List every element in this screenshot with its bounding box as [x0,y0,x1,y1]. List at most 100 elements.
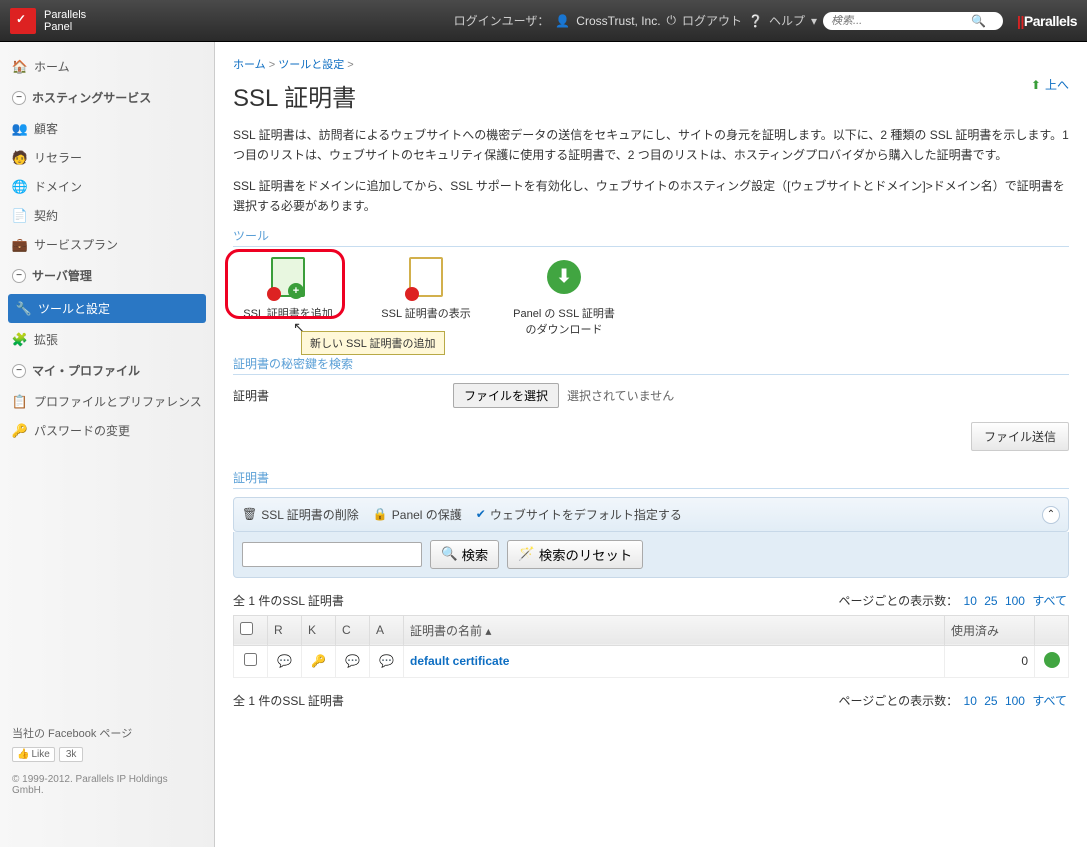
facebook-label: 当社の Facebook ページ [12,725,202,741]
sidebar-customers[interactable]: 👥顧客 [0,114,214,143]
file-send-button[interactable]: ファイル送信 [971,422,1069,451]
submit-row: ファイル送信 [233,422,1069,451]
table-header-row: R K C A 証明書の名前 ▴ 使用済み [234,615,1069,645]
tool-view-cert[interactable]: SSL 証明書の表示 [371,255,481,337]
per-page-100[interactable]: 100 [1005,594,1025,608]
reset-search-button[interactable]: 🪄検索のリセット [507,540,643,569]
row-checkbox[interactable] [244,653,257,666]
logout-link[interactable]: ログアウト [682,12,742,29]
up-link[interactable]: ⬆上へ [1031,76,1069,93]
row-name[interactable]: default certificate [404,645,945,677]
delete-cert-link[interactable]: 🗑SSL 証明書の削除 [242,506,359,523]
domains-icon: 🌐 [12,179,28,195]
user-name[interactable]: CrossTrust, Inc. [576,14,660,28]
tool-download-cert[interactable]: ⬇ Panel の SSL 証明書のダウンロード [509,255,619,337]
page-title: SSL 証明書 [233,78,1069,113]
search-button[interactable]: 🔍検索 [430,540,499,569]
col-name[interactable]: 証明書の名前 ▴ [404,615,945,645]
cert-a-icon: 💬 [379,654,394,668]
right-brand: ||Parallels [1017,13,1077,29]
row-checkbox-cell[interactable] [234,645,268,677]
col-used[interactable]: 使用済み [945,615,1035,645]
sidebar-footer: 当社の Facebook ページ 👍Like 3k © 1999-2012. P… [0,725,214,796]
sidebar-home[interactable]: 🏠ホーム [0,52,214,81]
search-icon[interactable]: 🔍 [971,14,986,28]
col-a[interactable]: A [370,615,404,645]
per-page-100-b[interactable]: 100 [1005,694,1025,708]
tool-download-label: Panel の SSL 証明書のダウンロード [509,305,619,337]
sidebar-resellers[interactable]: 🧑リセラー [0,143,214,172]
add-cert-icon: + [266,255,310,299]
cert-name-link[interactable]: default certificate [410,654,509,668]
collapse-icon[interactable]: − [12,91,26,105]
row-c: 💬 [336,645,370,677]
col-checkbox[interactable] [234,615,268,645]
collapse-icon[interactable]: − [12,269,26,283]
sidebar-extensions[interactable]: 🧩拡張 [0,325,214,354]
logo-text: Parallels Panel [44,9,86,33]
sidebar-subscriptions[interactable]: 📄契約 [0,201,214,230]
subscriptions-icon: 📄 [12,208,28,224]
cert-file-label: 証明書 [233,387,453,404]
up-icon: ⬆ [1031,78,1041,92]
per-page-10[interactable]: 10 [964,594,977,608]
collapse-icon[interactable]: − [12,364,26,378]
sidebar-hosting-section[interactable]: −ホスティングサービス [0,81,214,114]
per-page-25[interactable]: 25 [984,594,997,608]
per-page-10-b[interactable]: 10 [964,694,977,708]
container: 🏠ホーム −ホスティングサービス 👥顧客 🧑リセラー 🌐ドメイン 📄契約 💼サー… [0,42,1087,847]
resellers-icon: 🧑 [12,150,28,166]
search-input[interactable] [831,15,971,27]
topbar: Parallels Panel ログインユーザ： 👤 CrossTrust, I… [0,0,1087,42]
select-all-checkbox[interactable] [240,622,253,635]
view-cert-icon [404,255,448,299]
user-icon: 👤 [555,14,570,28]
breadcrumb-tools[interactable]: ツールと設定 [278,59,344,71]
row-status [1035,645,1069,677]
sort-asc-icon: ▴ [485,624,491,638]
default-site-link[interactable]: ✔ウェブサイトをデフォルト指定する [476,506,682,523]
per-page-25-b[interactable]: 25 [984,694,997,708]
sidebar-service-plans[interactable]: 💼サービスプラン [0,230,214,259]
col-r[interactable]: R [268,615,302,645]
status-ok-icon [1044,652,1060,668]
sidebar-change-password[interactable]: 🔑パスワードの変更 [0,416,214,445]
sidebar-server-section[interactable]: −サーバ管理 [0,259,214,292]
logo-top: Parallels [44,9,86,21]
password-icon: 🔑 [12,423,28,439]
topbar-right: ログインユーザ： 👤 CrossTrust, Inc. ⏻ ログアウト ❔ ヘル… [220,12,1077,30]
per-page-all-b[interactable]: すべて [1032,694,1067,708]
fb-like-button[interactable]: 👍Like [12,747,55,762]
key-icon: 🔑 [311,654,326,668]
logo-area[interactable]: Parallels Panel [10,8,220,34]
breadcrumb-home[interactable]: ホーム [233,59,266,71]
toolbar-collapse[interactable]: ⌃ [1042,506,1060,524]
sidebar-profile-prefs[interactable]: 📋プロファイルとプリファレンス [0,387,214,416]
file-select-button[interactable]: ファイルを選択 [453,383,559,408]
certs-section-label: 証明書 [233,469,1069,489]
tool-add-label: SSL 証明書を追加 [233,305,343,321]
facebook-like[interactable]: 👍Like 3k [12,747,202,762]
file-hint: 選択されていません [567,387,674,404]
sidebar-profile-section[interactable]: −マイ・プロファイル [0,354,214,387]
search-box[interactable]: 🔍 [823,12,1003,30]
col-c[interactable]: C [336,615,370,645]
help-link[interactable]: ヘルプ [769,12,805,29]
cert-c-icon: 💬 [345,654,360,668]
help-dropdown-icon[interactable]: ▾ [811,14,817,28]
description-2: SSL 証明書をドメインに追加してから、SSL サポートを有効化し、ウェブサイト… [233,176,1069,217]
sidebar-domains[interactable]: 🌐ドメイン [0,172,214,201]
panel-protect-link[interactable]: 🔒Panel の保護 [373,506,462,523]
extensions-icon: 🧩 [12,332,28,348]
total-count: 全 1 件のSSL 証明書 [233,592,344,609]
per-page-all[interactable]: すべて [1032,594,1067,608]
thumb-icon: 👍 [17,749,29,760]
search-row: 🔍検索 🪄検索のリセット [233,532,1069,578]
cert-r-icon: 💬 [277,654,292,668]
cert-search-input[interactable] [242,542,422,567]
help-icon: ❔ [748,14,763,28]
table-row: 💬 🔑 💬 💬 default certificate 0 [234,645,1069,677]
sidebar-tools-settings[interactable]: 🔧ツールと設定 [8,294,206,323]
col-k[interactable]: K [302,615,336,645]
tool-add-cert[interactable]: + SSL 証明書を追加 [233,255,343,337]
